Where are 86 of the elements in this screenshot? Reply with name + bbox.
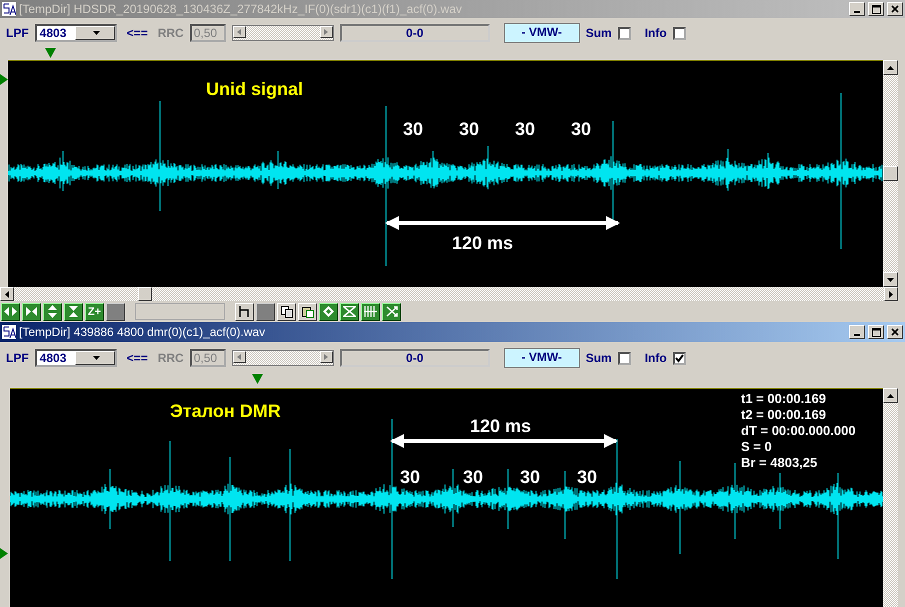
left-arrow-icon — [237, 354, 242, 360]
count-label: 30 — [463, 467, 484, 488]
count-label: 30 — [577, 467, 598, 488]
horizontal-scrollbar[interactable] — [0, 287, 898, 301]
count-label: 30 — [403, 119, 424, 140]
close-button[interactable] — [887, 2, 903, 16]
filter-dropdown[interactable]: 4803 — [34, 349, 117, 367]
plot-title: Unid signal — [206, 79, 304, 100]
apply-arrow-button[interactable]: <== — [122, 26, 152, 40]
filter-dropdown[interactable]: 4803 — [34, 24, 117, 42]
count-label: 30 — [459, 119, 480, 140]
rrc-label: RRC — [158, 351, 184, 365]
dropdown-arrow-icon — [92, 356, 100, 360]
info-line: t2 = 00:00.169 — [741, 407, 827, 423]
mode-button[interactable]: - VMW- — [504, 348, 580, 368]
sum-checkbox[interactable] — [618, 26, 631, 40]
sum-label: Sum — [586, 351, 612, 365]
app-logo-icon — [2, 2, 16, 16]
minimize-button[interactable] — [849, 2, 865, 16]
maximize-icon — [872, 4, 880, 14]
right-arrow-icon — [324, 29, 328, 35]
info-line: t1 = 00:00.169 — [741, 391, 827, 407]
info-checkbox[interactable] — [672, 26, 686, 40]
shuffle-icon[interactable] — [382, 302, 401, 320]
span-label: 120 ms — [452, 233, 514, 254]
count-label: 30 — [520, 467, 540, 488]
zoom-button[interactable]: Z+ — [85, 302, 104, 320]
span-label: 120 ms — [470, 416, 532, 437]
grid-lines-icon[interactable] — [361, 302, 380, 320]
sum-label: Sum — [586, 26, 612, 40]
app-logo-icon — [2, 325, 16, 339]
maximize-button[interactable] — [868, 2, 884, 16]
close-icon — [891, 5, 899, 13]
plot-title: Эталон DMR — [170, 401, 281, 422]
expand-vertical-icon[interactable] — [43, 302, 62, 320]
scroll-thumb[interactable] — [138, 287, 152, 301]
maximize-button[interactable] — [868, 325, 884, 339]
left-arrow-icon — [237, 29, 242, 35]
rrc-scrollbar[interactable] — [232, 25, 334, 41]
vertical-scrollbar[interactable] — [883, 388, 898, 607]
count-label: 30 — [571, 119, 592, 140]
scroll-thumb[interactable] — [883, 166, 898, 181]
filter-label: LPF — [6, 26, 29, 40]
count-label: 30 — [400, 467, 420, 488]
close-icon — [891, 328, 899, 336]
down-arrow-icon — [887, 278, 894, 282]
window-title: [TempDir] 439886 4800 dmr(0)(c1)_acf(0).wav — [19, 325, 266, 339]
copy-icon[interactable] — [277, 302, 296, 320]
apply-arrow-button[interactable]: <== — [122, 351, 152, 365]
blank-tool-button[interactable] — [256, 302, 275, 320]
info-line: dT = 00:00.000.000 — [741, 423, 857, 439]
info-line: S = 0 — [741, 439, 773, 455]
paste-icon[interactable] — [298, 302, 317, 320]
level-marker-icon[interactable] — [0, 548, 8, 559]
step-icon[interactable] — [235, 302, 254, 320]
expand-horizontal-icon[interactable] — [1, 302, 20, 320]
tool-field[interactable] — [135, 303, 225, 320]
info-checkbox[interactable] — [672, 352, 686, 364]
sum-checkbox[interactable] — [618, 352, 631, 364]
minimize-button[interactable] — [849, 325, 865, 339]
up-arrow-icon — [887, 394, 894, 398]
range-display: 0-0 — [340, 349, 490, 367]
info-line: Br = 4803,25 — [741, 455, 818, 471]
left-arrow-icon — [5, 290, 9, 298]
dropdown-arrow-icon — [92, 31, 100, 35]
range-display: 0-0 — [340, 24, 490, 42]
close-button[interactable] — [887, 325, 903, 339]
mode-button[interactable]: - VMW- — [504, 23, 580, 43]
info-label: Info — [644, 26, 667, 40]
info-label: Info — [644, 351, 667, 365]
cursor-marker-icon[interactable] — [252, 374, 263, 384]
cursor-marker-icon[interactable] — [45, 48, 56, 58]
right-arrow-icon — [324, 354, 328, 360]
rrc-label: RRC — [158, 26, 184, 40]
hourglass-icon[interactable] — [340, 302, 359, 320]
maximize-icon — [872, 328, 880, 336]
vertical-scrollbar[interactable] — [883, 60, 898, 287]
up-arrow-icon — [887, 66, 894, 70]
shrink-vertical-icon[interactable] — [64, 302, 83, 320]
window-title: [TempDir] HDSDR_20190628_130436Z_277842kHz_IF(0)(sdr1)(c1)(f1)_acf(0).wav — [19, 2, 463, 16]
right-arrow-icon — [889, 290, 893, 298]
filter-label: LPF — [6, 351, 29, 365]
shrink-horizontal-icon[interactable] — [22, 302, 41, 320]
rrc-scrollbar[interactable] — [232, 350, 334, 366]
blank-tool-button[interactable] — [106, 302, 125, 320]
count-label: 30 — [515, 119, 536, 140]
